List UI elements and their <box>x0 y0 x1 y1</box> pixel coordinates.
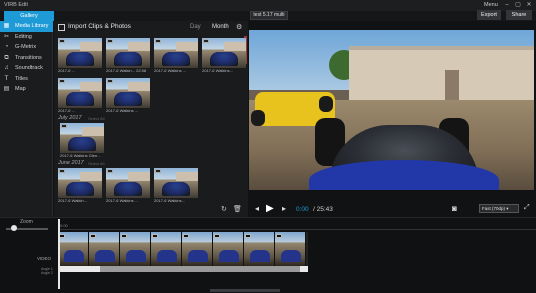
fullscreen-icon[interactable]: ⤢ <box>524 204 530 212</box>
sidebar-item-label: Titles <box>15 75 28 82</box>
titles-icon: T <box>4 75 9 82</box>
clip-caption: 2017-6 Watkins ... <box>106 108 139 113</box>
import-icon[interactable] <box>58 24 65 31</box>
timeline-ruler[interactable] <box>58 222 536 230</box>
film-icon: ▦ <box>3 23 10 29</box>
app-title: VIRB Edit <box>4 2 28 8</box>
play-button[interactable]: ▶ <box>266 203 274 214</box>
video-icon <box>203 39 209 43</box>
video-track-label: VIDEO <box>37 256 52 261</box>
sidebar-item-label: Media Library <box>15 23 49 29</box>
zoom-slider-handle[interactable] <box>11 225 17 231</box>
playback-quality-select[interactable]: Fast (70dp) ▾ <box>479 204 519 213</box>
title-bar <box>0 0 536 11</box>
clip-caption: 2017-6 ... <box>58 68 75 73</box>
clip-thumbnail[interactable]: 2017-6 Watkins ... <box>106 168 150 205</box>
clip-thumbnail[interactable]: 2017-6 Watkins ... <box>106 78 150 115</box>
project-name-field[interactable]: test 5.17 multi <box>250 11 288 20</box>
scissors-icon: ✂ <box>3 33 10 40</box>
day-view-button[interactable]: Day <box>190 24 201 30</box>
playback-quality-value: Fast (70dp) <box>482 206 506 211</box>
video-icon <box>107 79 113 83</box>
next-frame-button[interactable]: ▸ <box>282 204 286 213</box>
ruler-tick-label: 0:00 <box>60 223 68 228</box>
video-icon <box>61 124 67 128</box>
gauge-icon: ◔ <box>4 44 9 50</box>
total-duration: / 25:43 <box>313 206 333 213</box>
video-icon <box>155 169 161 173</box>
sidebar-item-titles[interactable]: T Titles <box>0 74 53 85</box>
clip-thumbnail[interactable]: 2017-6 Watkins... <box>202 38 246 75</box>
share-button[interactable]: Share <box>506 10 532 20</box>
select-all-june[interactable]: Select All <box>88 161 104 166</box>
audio-track-segment[interactable] <box>100 266 300 272</box>
video-icon <box>107 39 113 43</box>
sidebar-item-label: Editing <box>15 33 32 40</box>
sidebar-item-media-library[interactable]: ▦ Media Library <box>0 21 53 32</box>
sidebar-item-label: Soundtrack <box>15 65 43 71</box>
angle-2-label: Angle 2 <box>41 271 53 275</box>
group-heading-june: June 2017 <box>58 160 84 166</box>
close-button[interactable]: ✕ <box>525 1 533 9</box>
refresh-icon[interactable]: ↻ <box>221 205 227 213</box>
zoom-label: Zoom <box>20 219 33 225</box>
clip-thumbnail[interactable]: 2017-6 ... <box>58 38 102 75</box>
video-icon <box>155 39 161 43</box>
sidebar-item-soundtrack[interactable]: ♫ Soundtrack <box>0 63 53 74</box>
clip-caption: 2017-6 Watkins Glen... <box>60 153 101 158</box>
clip-caption: 2017-6 Watkins... <box>154 198 185 203</box>
clip-caption: 2017-6 Watkin... 22:58 <box>106 68 147 73</box>
timeline-playhead[interactable] <box>58 219 60 289</box>
select-all-july[interactable]: Select All <box>88 116 104 121</box>
previous-frame-button[interactable]: ◂ <box>255 204 259 213</box>
clip-caption: 2017-6 Watkin... <box>58 198 87 203</box>
clip-caption: 2017-6 Watkins ... <box>106 198 139 203</box>
clip-thumbnail[interactable]: 2017-6 Watkin... 22:58 <box>106 38 150 75</box>
video-track-clip[interactable] <box>58 232 308 266</box>
group-heading-july: July 2017 <box>58 115 82 121</box>
sidebar-item-transitions[interactable]: ⧉ Transitions <box>0 53 53 64</box>
minimize-button[interactable]: – <box>503 1 511 9</box>
trash-icon[interactable]: 🗑 <box>233 205 242 213</box>
sidebar: ▦ Media Library ✂ Editing ◔ G-Metrix ⧉ T… <box>0 21 53 217</box>
clip-thumbnail[interactable]: 2017-6 Watkins ... <box>154 38 198 75</box>
clip-thumbnail[interactable]: 2017-6 Watkins Glen... <box>60 123 104 160</box>
music-icon: ♫ <box>4 65 9 71</box>
video-icon <box>107 169 113 173</box>
maximize-button[interactable]: ▢ <box>514 1 522 9</box>
clip-thumbnail[interactable]: 2017-6 Watkins... <box>154 168 198 205</box>
video-icon <box>59 39 65 43</box>
transitions-icon: ⧉ <box>4 54 9 61</box>
sidebar-item-label: G-Metrix <box>15 44 37 50</box>
gallery-tab[interactable]: Gallery <box>4 11 54 21</box>
sidebar-item-label: Map <box>15 86 26 92</box>
video-icon <box>59 79 65 83</box>
clip-caption: 2017-6 Watkins... <box>202 68 233 73</box>
map-icon: ▤ <box>3 86 10 92</box>
camera-icon[interactable]: ◙ <box>452 204 457 213</box>
export-button[interactable]: Export <box>477 10 501 20</box>
video-preview[interactable] <box>249 30 534 190</box>
sidebar-item-g-metrix[interactable]: ◔ G-Metrix <box>0 42 53 53</box>
gear-icon[interactable]: ⚙ <box>236 23 242 31</box>
current-time: 0:00 <box>296 206 309 213</box>
clip-thumbnail[interactable]: 2017-6 ... <box>58 78 102 115</box>
video-icon <box>59 169 65 173</box>
month-view-button[interactable]: Month <box>212 24 229 30</box>
sidebar-item-editing[interactable]: ✂ Editing <box>0 32 53 43</box>
clip-caption: 2017-6 Watkins ... <box>154 68 187 73</box>
import-clips-button[interactable]: Import Clips & Photos <box>68 23 131 30</box>
clip-caption: 2017-6 ... <box>58 108 75 113</box>
sidebar-item-label: Transitions <box>15 54 42 61</box>
sidebar-item-map[interactable]: ▤ Map <box>0 84 53 95</box>
menu-button[interactable]: Menu <box>484 2 498 8</box>
timeline-scrollbar[interactable] <box>210 289 280 292</box>
clip-thumbnail[interactable]: 2017-6 Watkin... <box>58 168 102 205</box>
